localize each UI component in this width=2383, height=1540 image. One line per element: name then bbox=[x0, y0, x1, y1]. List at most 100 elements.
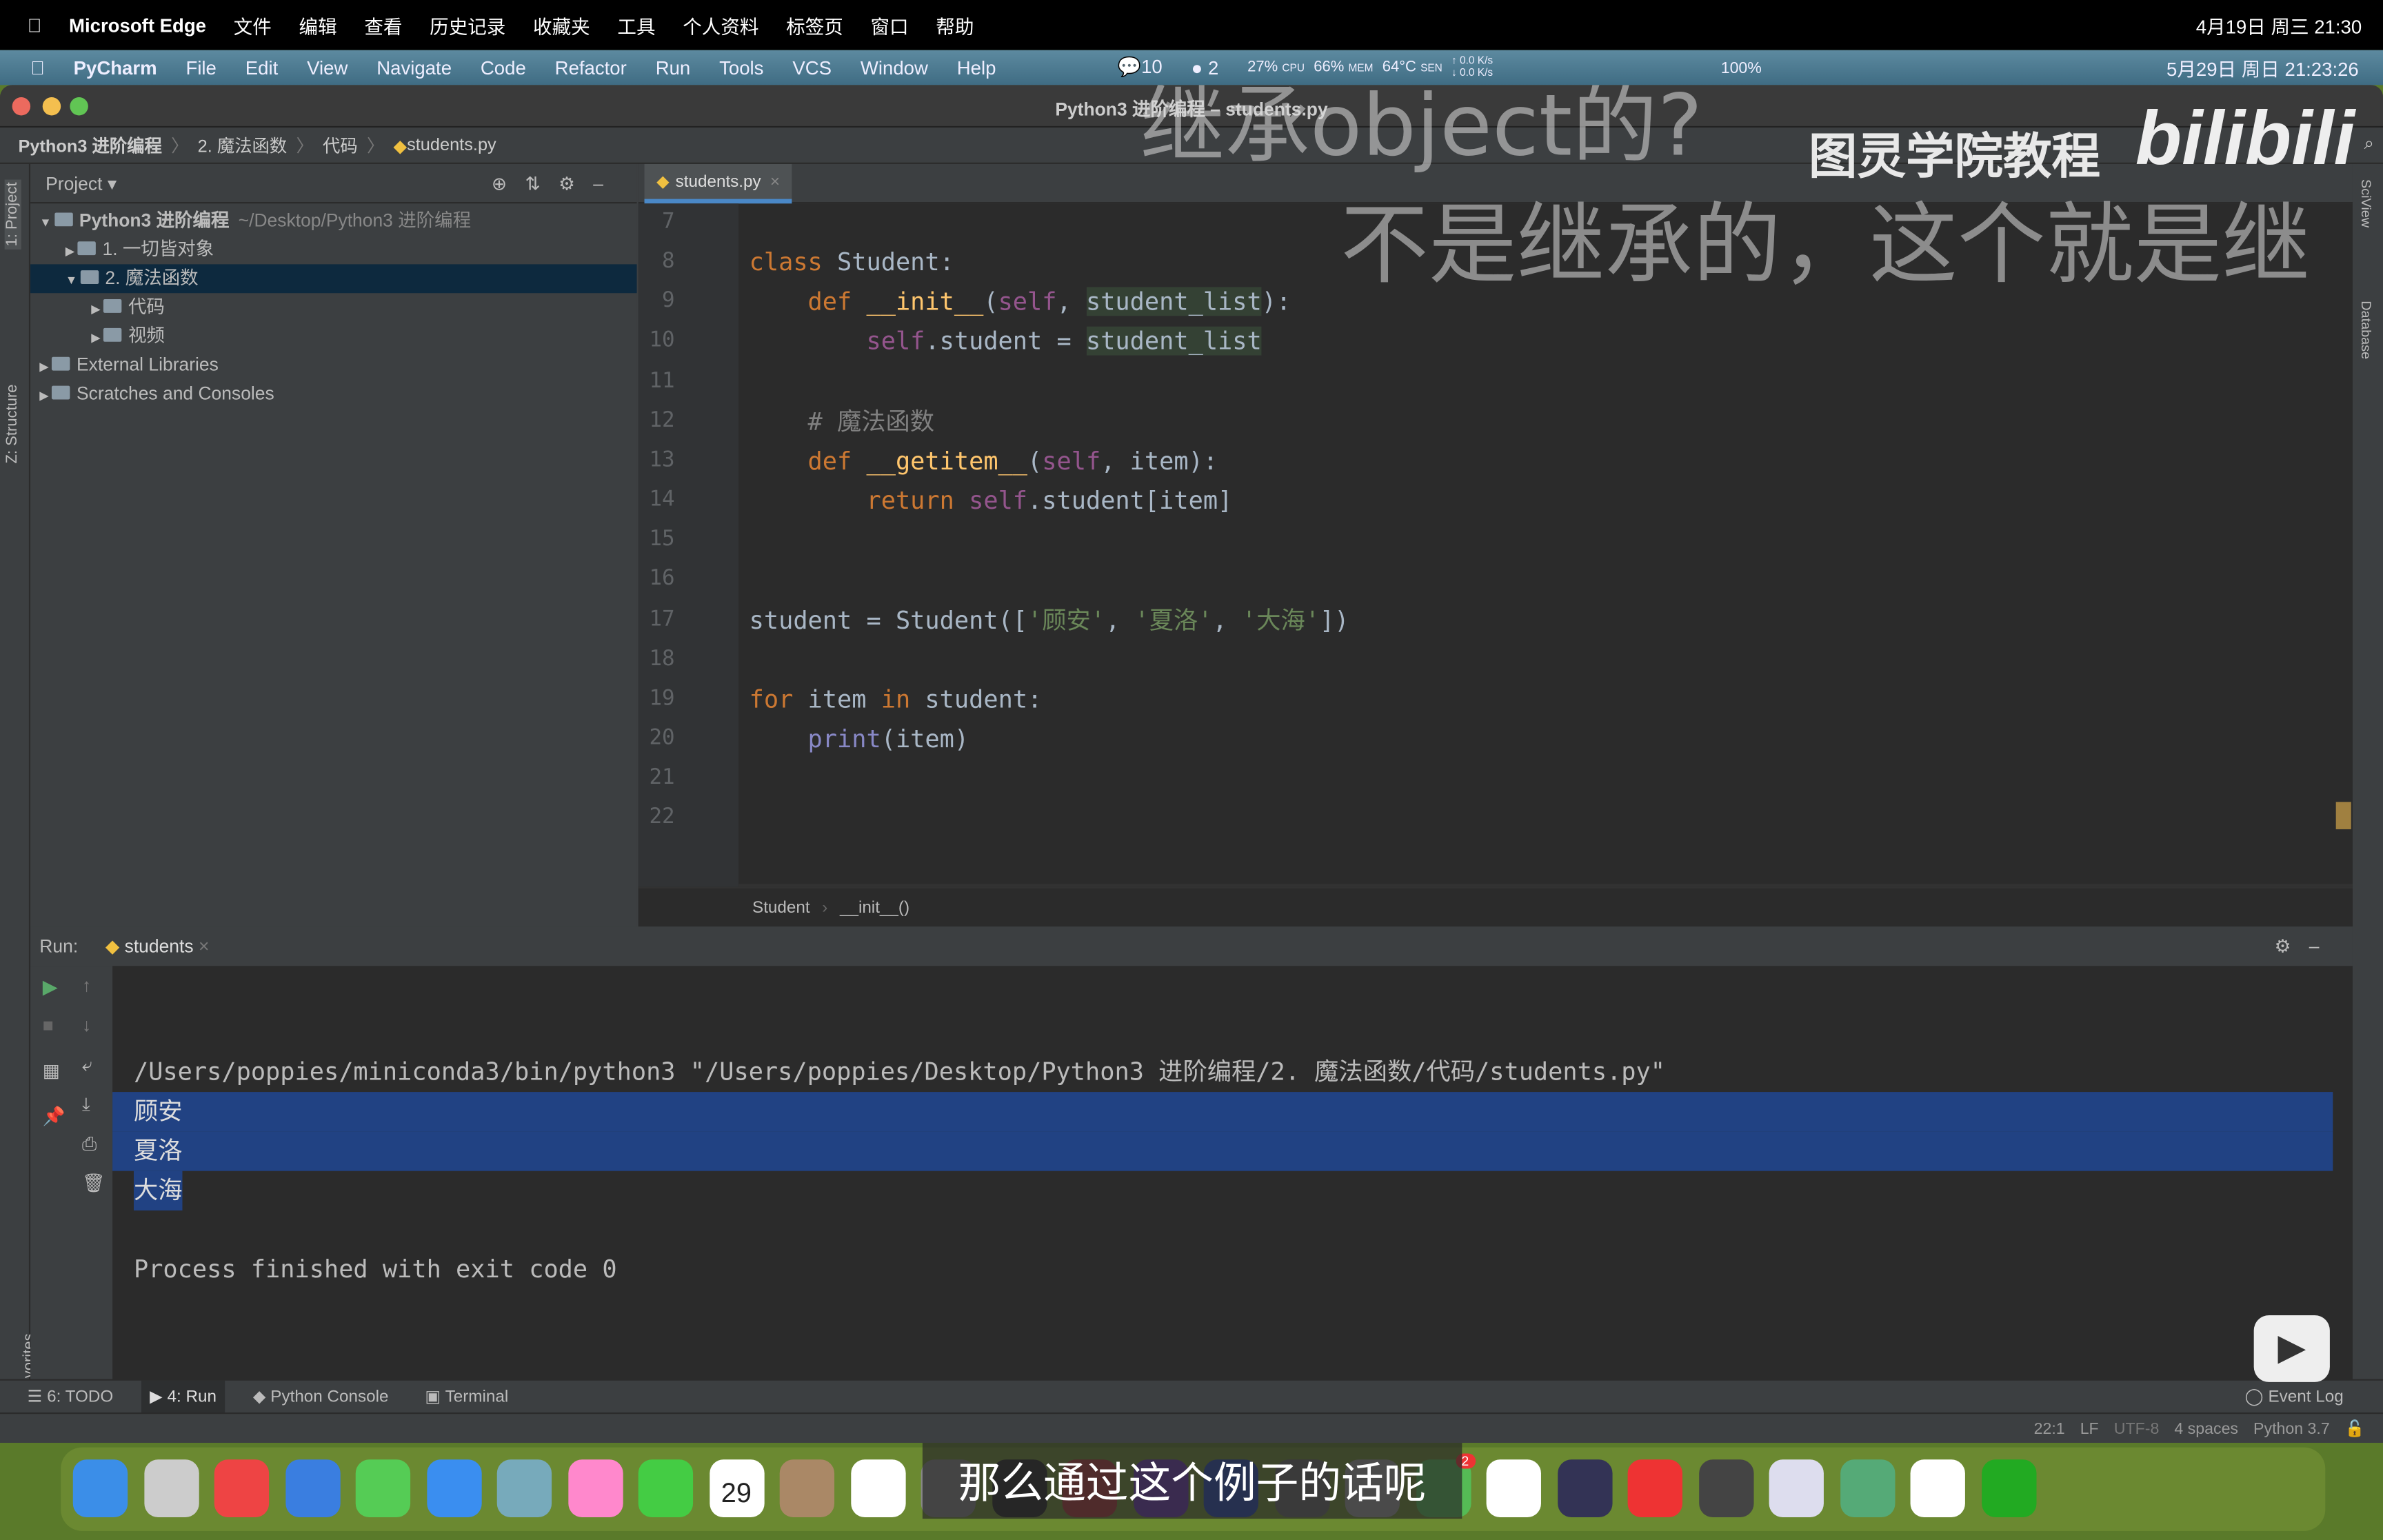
dock-app-icon[interactable] bbox=[638, 1459, 694, 1517]
scroll-marker[interactable] bbox=[2335, 802, 2351, 829]
wechat-icon[interactable]: ● 2 bbox=[1192, 57, 1219, 79]
dock-app-icon[interactable] bbox=[143, 1459, 199, 1517]
pycharm-menu-item[interactable]: View bbox=[307, 57, 348, 79]
dock-app-icon[interactable] bbox=[1557, 1459, 1612, 1517]
database-tool-tab[interactable]: Database bbox=[2359, 301, 2374, 359]
tree-item[interactable]: ▼ 2. 魔法函数 bbox=[30, 264, 637, 294]
soft-wrap-icon[interactable]: ⤶ bbox=[82, 1054, 92, 1077]
mac-menu-item[interactable]: 历史记录 bbox=[430, 10, 505, 39]
close-tab-icon[interactable]: × bbox=[770, 172, 780, 190]
tab-run[interactable]: ▶ 4: Run bbox=[140, 1379, 226, 1414]
lock-icon[interactable]: 🔓 bbox=[2345, 1419, 2365, 1438]
mac-menu-item[interactable]: 窗口 bbox=[871, 10, 909, 39]
video-play-icon[interactable]: ▶ bbox=[2253, 1315, 2330, 1382]
dock-app-icon[interactable] bbox=[426, 1459, 481, 1517]
pycharm-menu-item[interactable]: VCS bbox=[792, 57, 832, 79]
crumb-file[interactable]: students.py bbox=[407, 136, 496, 154]
expand-arrow-icon[interactable]: ▶ bbox=[39, 360, 52, 374]
structure-tool-tab[interactable]: Z: Structure bbox=[5, 384, 21, 463]
indent-setting[interactable]: 4 spaces bbox=[2174, 1419, 2238, 1437]
project-view-selector[interactable]: Project ▾ bbox=[46, 172, 117, 194]
tab-python-console[interactable]: ◆ Python Console bbox=[244, 1380, 398, 1413]
menubar-clock[interactable]: 4月19日 周三 21:30 bbox=[2196, 10, 2362, 39]
search-icon[interactable]: ⌕ bbox=[2364, 135, 2374, 155]
event-log[interactable]: ◯ Event Log bbox=[2235, 1380, 2353, 1413]
code-line[interactable]: # 魔法函数 bbox=[750, 402, 935, 441]
code-line[interactable]: student = Student(['顾安', '夏洛', '大海']) bbox=[750, 600, 1349, 640]
mac-menu-item[interactable]: 帮助 bbox=[936, 10, 974, 39]
expand-arrow-icon[interactable]: ▶ bbox=[91, 302, 103, 316]
expand-arrow-icon[interactable]: ▶ bbox=[39, 389, 52, 403]
dock-app-icon[interactable] bbox=[1627, 1459, 1682, 1517]
tab-terminal[interactable]: ▣ Terminal bbox=[416, 1380, 517, 1413]
pycharm-menu-item[interactable]: Navigate bbox=[376, 57, 452, 79]
mac-menu-item[interactable]: 编辑 bbox=[299, 10, 337, 39]
pycharm-menu-item[interactable]: Tools bbox=[719, 57, 763, 79]
dock-app-icon[interactable] bbox=[496, 1459, 552, 1517]
code-line[interactable]: def __init__(self, student_list): bbox=[750, 283, 1291, 322]
dock-app-icon[interactable] bbox=[1486, 1459, 1541, 1517]
crumb-class[interactable]: Student bbox=[752, 898, 810, 916]
scroll-end-icon[interactable]: ⤓ bbox=[82, 1093, 90, 1116]
menu-app-name[interactable]: Microsoft Edge bbox=[69, 14, 206, 36]
apple-icon[interactable]:  bbox=[28, 14, 42, 36]
pycharm-menu-item[interactable]: Run bbox=[656, 57, 691, 79]
pycharm-menu-item[interactable]: Code bbox=[481, 57, 526, 79]
tree-item[interactable]: ▼ Python3 进阶编程 ~/Desktop/Python3 进阶编程 bbox=[30, 207, 636, 236]
interpreter[interactable]: Python 3.7 bbox=[2253, 1419, 2330, 1437]
mac-menu-item[interactable]: 标签页 bbox=[786, 10, 843, 39]
mac-menu-item[interactable]: 文件 bbox=[234, 10, 272, 39]
code-line[interactable]: self.student = student_list bbox=[750, 323, 1262, 362]
pin-icon[interactable]: 📌 bbox=[43, 1106, 66, 1127]
tree-item[interactable]: ▶ External Libraries bbox=[30, 351, 636, 380]
menu-app-name[interactable]: PyCharm bbox=[74, 57, 157, 79]
code-line[interactable]: class Student: bbox=[750, 243, 954, 283]
expand-arrow-icon[interactable]: ▶ bbox=[91, 331, 103, 345]
layout-icon[interactable]: ▦ bbox=[43, 1060, 60, 1082]
run-tab[interactable]: ◆ students × bbox=[105, 935, 210, 957]
mac-menu-item[interactable]: 工具 bbox=[617, 10, 655, 39]
mac-menu-item[interactable]: 个人资料 bbox=[683, 10, 758, 39]
pycharm-menu-item[interactable]: Window bbox=[861, 57, 928, 79]
tree-item[interactable]: ▶ 代码 bbox=[30, 293, 636, 322]
print-icon[interactable]: ⎙ bbox=[82, 1133, 97, 1156]
editor-tab[interactable]: ◆ students.py × bbox=[644, 163, 792, 204]
stop-icon[interactable]: ■ bbox=[43, 1015, 54, 1036]
dock-app-icon[interactable] bbox=[850, 1459, 905, 1517]
trash-icon[interactable]: 🗑 bbox=[82, 1173, 105, 1194]
crumb-method[interactable]: __init__() bbox=[840, 898, 909, 916]
mac-menu-item[interactable]: 查看 bbox=[364, 10, 402, 39]
expand-arrow-icon[interactable]: ▼ bbox=[39, 216, 54, 230]
settings-icon[interactable]: ⚙– bbox=[2275, 935, 2337, 957]
dock-app-icon[interactable] bbox=[355, 1459, 411, 1517]
file-encoding[interactable]: UTF-8 bbox=[2114, 1419, 2160, 1437]
expand-arrow-icon[interactable]: ▼ bbox=[66, 274, 81, 287]
dock-app-icon[interactable]: 29 bbox=[709, 1459, 764, 1517]
up-icon[interactable]: ↑ bbox=[82, 975, 91, 996]
crumb-subfolder[interactable]: 代码 bbox=[323, 133, 358, 157]
dock-app-icon[interactable] bbox=[779, 1459, 835, 1517]
line-separator[interactable]: LF bbox=[2080, 1419, 2099, 1437]
apple-icon[interactable]:  bbox=[30, 57, 45, 79]
dock-app-icon[interactable] bbox=[1698, 1459, 1753, 1517]
code-line[interactable]: print(item) bbox=[750, 720, 969, 759]
dock-app-icon[interactable] bbox=[1769, 1459, 1824, 1517]
mac-menu-item[interactable]: 收藏夹 bbox=[533, 10, 590, 39]
pycharm-clock[interactable]: 5月29日 周日 21:23:26 bbox=[2166, 53, 2359, 82]
pycharm-menu-item[interactable]: Edit bbox=[245, 57, 278, 79]
pycharm-menu-item[interactable]: File bbox=[185, 57, 216, 79]
down-icon[interactable]: ↓ bbox=[82, 1015, 91, 1036]
sciview-tool-tab[interactable]: SciView bbox=[2359, 179, 2374, 227]
crumb-folder[interactable]: 2. 魔法函数 bbox=[198, 133, 288, 157]
tree-item[interactable]: ▶ 视频 bbox=[30, 322, 636, 351]
dock-app-icon[interactable] bbox=[1910, 1459, 1965, 1517]
dock-app-icon[interactable] bbox=[567, 1459, 623, 1517]
project-tool-tab[interactable]: 1: Project bbox=[4, 179, 21, 250]
dock-app-icon[interactable] bbox=[72, 1459, 128, 1517]
dock-app-icon[interactable] bbox=[285, 1459, 340, 1517]
dock-app-icon[interactable] bbox=[214, 1459, 270, 1517]
expand-arrow-icon[interactable]: ▶ bbox=[66, 245, 78, 259]
dock-app-icon[interactable] bbox=[1840, 1459, 1895, 1517]
caret-position[interactable]: 22:1 bbox=[2034, 1419, 2065, 1437]
code-line[interactable]: return self.student[item] bbox=[750, 482, 1232, 521]
